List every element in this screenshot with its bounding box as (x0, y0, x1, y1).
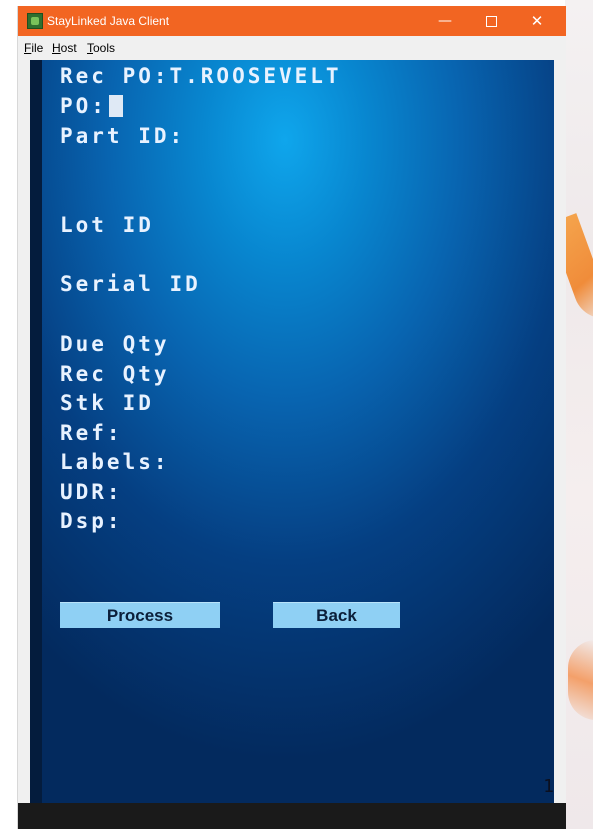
po-label: PO: (60, 94, 107, 118)
menu-tools-label: ools (93, 41, 116, 55)
back-button[interactable]: Back (273, 602, 400, 628)
menu-file[interactable]: File (24, 41, 43, 55)
po-input-cursor[interactable] (108, 95, 123, 117)
serial-id-label: Serial ID (60, 272, 201, 296)
close-button[interactable]: ✕ (514, 6, 560, 36)
title-bar: StayLinked Java Client — ✕ (18, 6, 566, 36)
process-button[interactable]: Process (60, 602, 220, 628)
rec-qty-label: Rec Qty (60, 362, 170, 386)
udr-label: UDR: (60, 480, 123, 504)
terminal-screen[interactable]: Rec PO:T.ROOSEVELT PO: Part ID: Lot ID S… (30, 60, 554, 803)
menu-host[interactable]: Host (52, 41, 77, 55)
labels-label: Labels: (60, 450, 170, 474)
due-qty-label: Due Qty (60, 332, 170, 356)
close-icon: ✕ (530, 12, 544, 30)
window-title: StayLinked Java Client (47, 14, 170, 28)
page-number: 1 (543, 776, 554, 797)
menu-bar: File Host Tools (18, 36, 566, 60)
maximize-icon (485, 15, 497, 27)
stk-id-label: Stk ID (60, 391, 154, 415)
po-field-row: PO: (60, 94, 123, 118)
maximize-button[interactable] (468, 6, 514, 36)
lot-id-label: Lot ID (60, 213, 154, 237)
menu-host-label: ost (60, 41, 77, 55)
part-id-label: Part ID: (60, 124, 186, 148)
dsp-label: Dsp: (60, 509, 123, 533)
minimize-icon: — (438, 13, 452, 29)
app-window: StayLinked Java Client — ✕ File Host Too… (17, 6, 566, 829)
menu-file-label: ile (31, 41, 44, 55)
minimize-button[interactable]: — (422, 6, 468, 36)
ref-label: Ref: (60, 421, 123, 445)
menu-host-accel: H (52, 41, 61, 55)
window-bottom-bar (18, 803, 566, 829)
menu-tools[interactable]: Tools (87, 41, 115, 55)
screen-title: Rec PO:T.ROOSEVELT (60, 64, 342, 88)
terminal-border (30, 60, 42, 803)
app-icon[interactable] (27, 13, 43, 29)
